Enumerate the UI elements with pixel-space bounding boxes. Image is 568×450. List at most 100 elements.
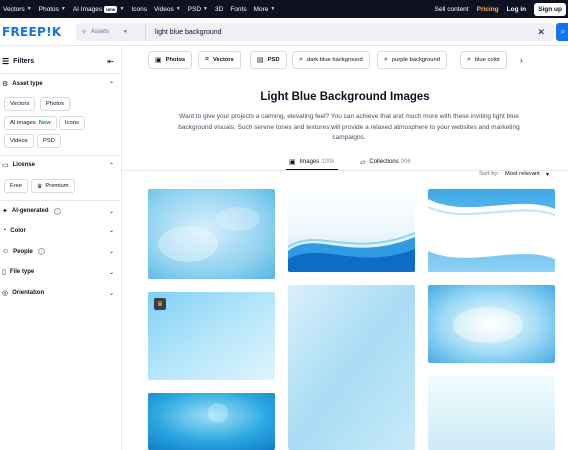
chip-free[interactable]: Free — [4, 179, 28, 193]
nav-psd[interactable]: PSD ▼ — [188, 6, 208, 13]
chevron-down-icon: ▼ — [203, 6, 208, 12]
chip-label: Photos — [46, 101, 65, 107]
orientation-icon: ◎ — [2, 290, 9, 297]
file-icon: ▯ — [2, 269, 6, 276]
asset-selector-label: Assets — [90, 29, 109, 35]
chip-label: Vectors — [212, 57, 234, 63]
chip-label: purple background — [391, 57, 440, 63]
ai-generated-title: AI-generated — [11, 208, 49, 214]
license-section[interactable]: ▭ License ⌃ — [2, 161, 116, 169]
freepik-logo[interactable]: FREEP!K — [2, 25, 62, 39]
chip-psd[interactable]: PSD — [37, 134, 61, 148]
chip-videos[interactable]: Videos — [4, 134, 34, 148]
chip-ai-images[interactable]: AI images New — [4, 116, 57, 130]
nav-3d-label: 3D — [215, 5, 224, 13]
collapse-sidebar-icon[interactable]: ⇤ — [107, 57, 114, 66]
info-icon[interactable]: i — [53, 207, 61, 215]
nav-photos[interactable]: Photos ▼ — [39, 6, 66, 13]
image-icon: ▣ — [289, 159, 296, 166]
signup-button[interactable]: Sign up — [534, 2, 566, 16]
tab-images-count: 100k — [321, 159, 335, 165]
chevron-down-icon: ▼ — [175, 6, 181, 12]
chip-label: dark blue background — [306, 57, 363, 63]
divider — [0, 155, 122, 156]
asset-type-title: Asset type — [12, 81, 43, 87]
chevron-down-icon: ▼ — [60, 6, 66, 12]
nav-3d[interactable]: 3D — [215, 6, 223, 13]
asset-selector[interactable]: ✧ Assets ▼ — [76, 23, 146, 41]
chip-icons[interactable]: Icons — [59, 116, 85, 130]
sort-dropdown[interactable]: Most relevant — [505, 171, 540, 177]
chip-psd-filter[interactable]: ▤ PSD — [250, 51, 287, 69]
people-title: People — [13, 248, 33, 255]
pricing-link[interactable]: Pricing — [477, 6, 499, 13]
nav-icons[interactable]: Icons — [131, 6, 147, 13]
orientation-section[interactable]: ◎ Orientation ⌄ — [2, 289, 116, 297]
result-image-premium[interactable]: ♛ — [148, 292, 275, 380]
ai-generated-section[interactable]: ✦ AI-generated i ⌄ — [2, 207, 116, 215]
scroll-chips-right[interactable]: › — [514, 51, 529, 69]
nav-vectors[interactable]: Vectors ▼ — [3, 6, 32, 13]
page-description: Want to give your projects a calming, el… — [178, 113, 520, 141]
result-image[interactable] — [148, 189, 275, 279]
image-thumbnail — [428, 376, 555, 450]
nav-vectors-label: Vectors — [3, 5, 25, 13]
chip-photos[interactable]: Photos — [40, 97, 71, 111]
chevron-right-icon: › — [520, 55, 523, 65]
tab-collections-label: Collections — [369, 159, 399, 165]
chip-photos-filter[interactable]: ▣ Photos — [148, 51, 193, 69]
ai-icon: ✦ — [2, 208, 8, 215]
result-image[interactable] — [428, 376, 555, 450]
image-thumbnail — [148, 393, 275, 450]
tab-images-label: Images — [299, 159, 320, 165]
chevron-down-icon: ⌄ — [108, 249, 114, 255]
image-thumbnail — [148, 189, 275, 279]
asset-type-icon: ⚙ — [2, 81, 9, 88]
nav-icons-label: Icons — [131, 5, 147, 13]
image-thumbnail — [288, 285, 415, 450]
chevron-down-icon: ⌄ — [108, 290, 114, 297]
related-blue-color[interactable]: ⌕ blue color — [460, 51, 508, 69]
nav-videos-label: Videos — [153, 5, 174, 13]
nav-ai-images[interactable]: AI Images NEW ▼ — [72, 5, 124, 13]
nav-more[interactable]: More ▼ — [254, 6, 276, 13]
vector-icon: ⌗ — [205, 56, 209, 63]
info-icon[interactable]: i — [37, 248, 45, 255]
chip-premium[interactable]: ♛ Premium — [31, 179, 75, 193]
close-icon[interactable]: ✕ — [537, 27, 545, 38]
people-section[interactable]: ☺ People i ⌄ — [2, 248, 116, 255]
tab-collections[interactable]: ▱ Collections 906 — [360, 158, 411, 166]
chip-vectors[interactable]: Vectors — [4, 97, 36, 111]
color-section[interactable]: ◔ Color ⌄ — [2, 227, 116, 234]
search-button[interactable]: ⌕ — [556, 23, 568, 41]
result-image[interactable] — [288, 285, 415, 450]
search-input[interactable]: light blue background — [155, 29, 537, 36]
image-thumbnail — [288, 189, 415, 272]
result-image[interactable] — [148, 393, 275, 450]
related-purple-background[interactable]: ⌕ purple background — [377, 51, 447, 69]
file-type-section[interactable]: ▯ File type ⌄ — [2, 268, 116, 276]
sell-content-link[interactable]: Sell content — [435, 6, 469, 13]
tab-images[interactable]: ▣ Images 100k — [289, 158, 334, 166]
related-dark-blue-background[interactable]: ⌕ dark blue background — [292, 51, 370, 69]
chevron-down-icon: ▼ — [26, 6, 32, 12]
nav-videos[interactable]: Videos ▼ — [154, 6, 181, 13]
chip-label: Videos — [10, 138, 28, 144]
nav-fonts[interactable]: Fonts — [230, 6, 246, 13]
chip-label: PSD — [267, 57, 280, 63]
result-image[interactable] — [288, 189, 415, 272]
new-label: New — [38, 120, 51, 126]
search-icon: ⌕ — [467, 56, 471, 63]
search-header: FREEP!K ✧ Assets ▼ light blue background… — [0, 18, 568, 46]
asset-type-section[interactable]: ⚙ Asset type ⌃ — [2, 80, 116, 88]
result-image[interactable] — [428, 189, 555, 272]
login-link[interactable]: Log in — [507, 6, 527, 13]
top-nav-right: Sell content Pricing Log in Sign up — [435, 0, 568, 18]
nav-ai-images-label: AI Images — [72, 5, 103, 13]
nav-photos-label: Photos — [38, 5, 59, 13]
result-image[interactable] — [428, 285, 555, 363]
nav-psd-label: PSD — [187, 5, 202, 13]
chip-vectors-filter[interactable]: ⌗ Vectors — [198, 51, 241, 69]
search-icon: ⌕ — [384, 56, 388, 63]
orientation-title: Orientation — [12, 290, 45, 296]
